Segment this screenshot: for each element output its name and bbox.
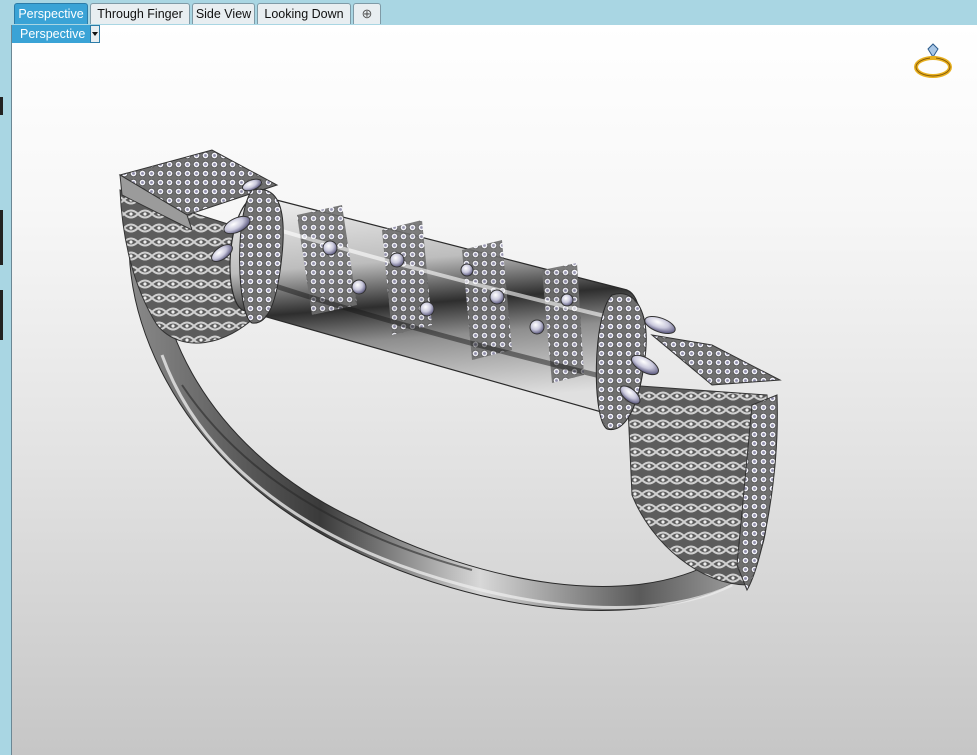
tab-through-finger[interactable]: Through Finger — [90, 3, 190, 24]
view-tab-bar: Perspective Through Finger Side View Loo… — [0, 0, 977, 25]
tab-looking-down[interactable]: Looking Down — [257, 3, 351, 24]
jeweled-bangle-3d-model[interactable] — [12, 25, 977, 755]
tab-side-view[interactable]: Side View — [192, 3, 255, 24]
add-tab-button[interactable]: ⊕ — [353, 3, 381, 24]
left-panel-edge — [0, 25, 12, 755]
plus-icon: ⊕ — [361, 6, 373, 21]
tab-perspective[interactable]: Perspective — [14, 3, 88, 24]
3d-viewport[interactable]: Perspective — [12, 25, 977, 755]
